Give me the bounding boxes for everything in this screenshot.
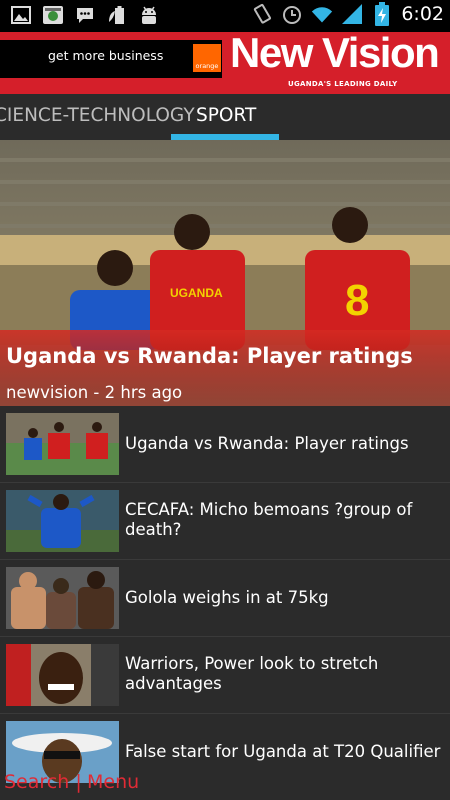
brand-logo[interactable]: New Vision UGANDA'S LEADING DAILY <box>230 29 448 90</box>
orange-logo: orange <box>193 44 221 72</box>
orange-logo-text: orange <box>195 62 219 70</box>
brand-tagline: UGANDA'S LEADING DAILY <box>288 80 398 88</box>
hero-meta: newvision - 2 hrs ago <box>6 383 183 402</box>
battery-charging-icon <box>371 2 393 26</box>
svg-text:8: 8 <box>345 276 369 325</box>
status-clock: 6:02 <box>401 3 444 25</box>
tab-science-technology[interactable]: CIENCE-TECHNOLOGY <box>0 105 195 126</box>
article-title: Golola weighs in at 75kg <box>125 588 329 607</box>
article-title: False start for Uganda at T20 Qualifier <box>125 742 441 761</box>
menu-link[interactable]: Menu <box>87 771 139 793</box>
signal-icon <box>341 3 363 25</box>
footer-bar: Search | Menu <box>0 770 450 800</box>
article-list: Uganda vs Rwanda: Player ratings CECAFA:… <box>0 406 450 790</box>
list-item[interactable]: Uganda vs Rwanda: Player ratings <box>0 406 450 483</box>
list-item[interactable]: Golola weighs in at 75kg <box>0 560 450 637</box>
svg-text:UGANDA: UGANDA <box>170 286 223 300</box>
article-thumbnail <box>6 567 119 629</box>
ad-text: get more business <box>48 48 164 63</box>
wifi-icon <box>311 3 333 25</box>
android-icon <box>138 4 160 26</box>
section-tabs: CIENCE-TECHNOLOGY SPORT <box>0 94 450 142</box>
battery-saver-icon <box>106 4 128 26</box>
article-thumbnail <box>6 413 119 475</box>
hero-story[interactable]: UGANDA 8 Uganda vs Rwanda: Player rating… <box>0 140 450 406</box>
list-item[interactable]: Warriors, Power look to stretch advantag… <box>0 637 450 714</box>
article-title: Uganda vs Rwanda: Player ratings <box>125 434 409 453</box>
media-icon <box>42 4 64 26</box>
brand-name: New Vision <box>230 29 440 76</box>
list-item[interactable]: CECAFA: Micho bemoans ?group of death? <box>0 483 450 560</box>
chat-icon <box>74 4 96 26</box>
tab-sport[interactable]: SPORT <box>196 105 256 126</box>
article-title: CECAFA: Micho bemoans ?group of death? <box>125 500 413 539</box>
search-link[interactable]: Search | <box>4 771 82 793</box>
hero-title: Uganda vs Rwanda: Player ratings <box>6 344 413 368</box>
ad-banner[interactable]: get more business orange <box>0 40 222 78</box>
alarm-icon <box>281 3 303 25</box>
article-thumbnail <box>6 644 119 706</box>
article-thumbnail <box>6 490 119 552</box>
app-header: get more business orange New Vision UGAN… <box>0 29 450 94</box>
article-title: Warriors, Power look to stretch advantag… <box>125 654 379 693</box>
status-bar: 6:02 <box>0 0 450 32</box>
vibrate-icon <box>251 3 273 25</box>
gallery-icon <box>10 4 32 26</box>
